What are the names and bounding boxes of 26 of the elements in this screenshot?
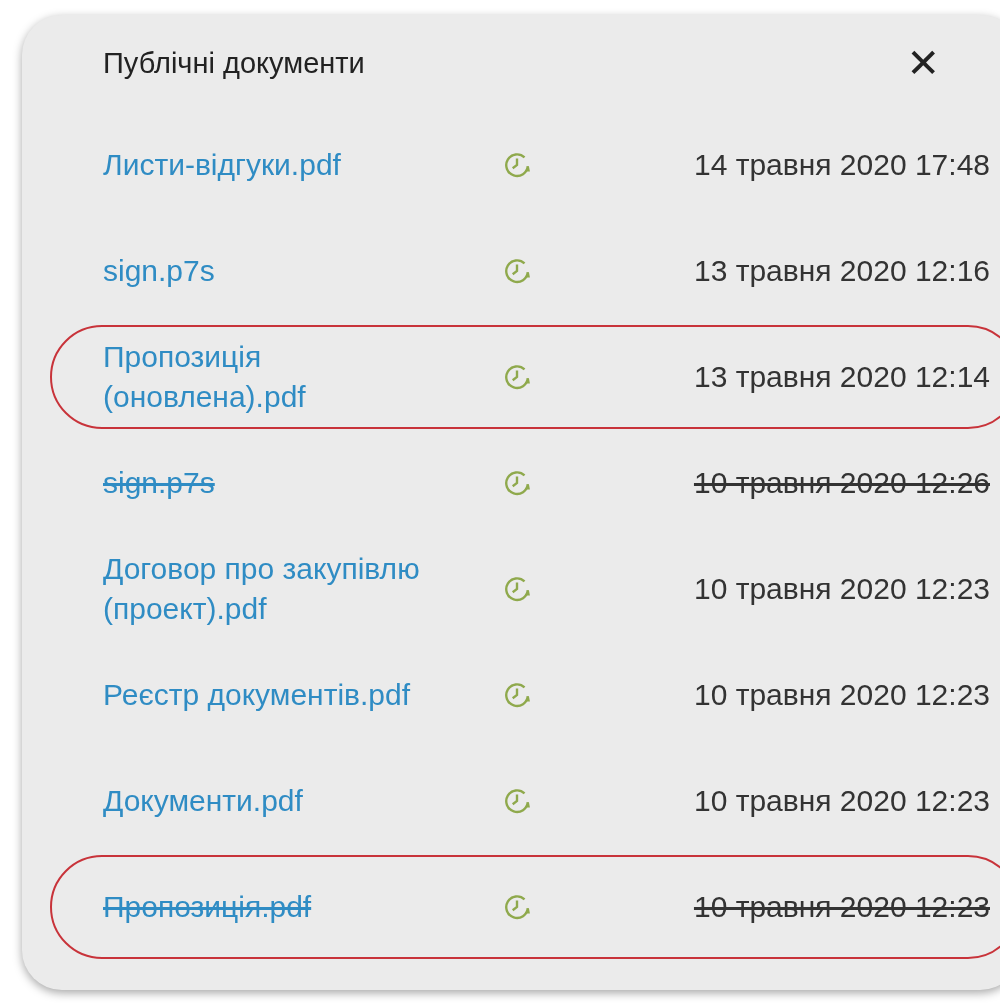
clock-icon: [503, 893, 531, 921]
document-date: 13 травня 2020 12:16: [693, 254, 990, 288]
clock-icon: [503, 257, 531, 285]
document-link[interactable]: Документи.pdf: [103, 781, 303, 821]
document-link[interactable]: sign.p7s: [103, 251, 215, 291]
document-link[interactable]: Пропозиція.pdf: [103, 887, 312, 927]
document-link[interactable]: Пропозиція (оновлена).pdf: [103, 337, 448, 417]
document-date: 14 травня 2020 17:48: [693, 148, 990, 182]
clock-icon: [503, 363, 531, 391]
clock-icon: [503, 787, 531, 815]
document-date: 10 травня 2020 12:23: [693, 572, 990, 606]
document-link[interactable]: Договор про закупівлю (проект).pdf: [103, 549, 448, 629]
dialog-title: Публічні документи: [103, 46, 365, 80]
document-date: 13 травня 2020 12:14: [693, 360, 990, 394]
document-link[interactable]: Реєстр документів.pdf: [103, 675, 411, 715]
document-date: 10 травня 2020 12:23: [693, 678, 990, 712]
document-date: 10 травня 2020 12:23: [693, 890, 990, 924]
document-link[interactable]: sign.p7s: [103, 463, 215, 503]
clock-icon: [503, 151, 531, 179]
document-date: 10 травня 2020 12:26: [693, 466, 990, 500]
clock-icon: [503, 469, 531, 497]
document-link[interactable]: Листи-відгуки.pdf: [103, 145, 341, 185]
clock-icon: [503, 681, 531, 709]
clock-icon: [503, 575, 531, 603]
document-date: 10 травня 2020 12:23: [693, 784, 990, 818]
close-button[interactable]: ✕: [906, 40, 940, 86]
